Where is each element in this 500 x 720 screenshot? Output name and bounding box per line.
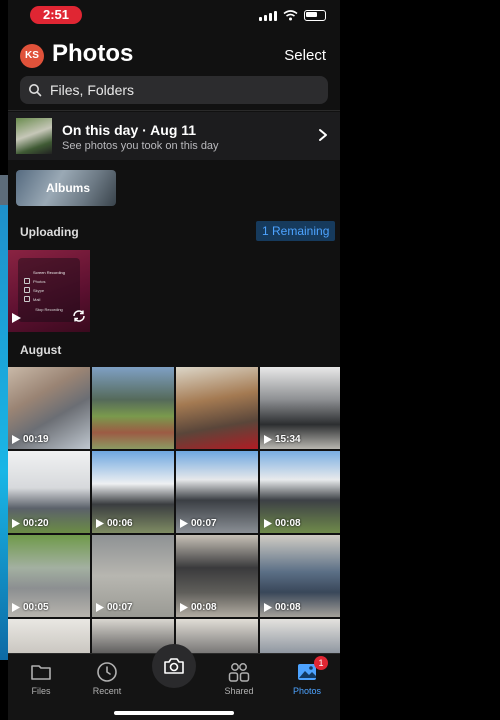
photo-thumbnail[interactable]: 00:08 — [260, 451, 340, 533]
video-duration: 00:05 — [12, 602, 49, 613]
search-input[interactable]: Files, Folders — [20, 76, 328, 104]
status-bar: 2:51 — [8, 0, 340, 30]
video-duration: 00:07 — [180, 518, 217, 529]
video-duration: 00:20 — [12, 518, 49, 529]
uploading-thumbnail[interactable]: Screen Recording Photos Skype Mail Stop … — [8, 250, 90, 332]
play-icon — [180, 519, 188, 528]
folder-icon — [8, 660, 74, 684]
duration-text: 00:07 — [107, 602, 133, 613]
divider — [8, 110, 340, 111]
duration-text: 00:08 — [191, 602, 217, 613]
right-blank-area — [340, 0, 500, 720]
on-this-day-subtitle: See photos you took on this day — [62, 140, 219, 152]
albums-label: Albums — [46, 181, 91, 195]
play-icon — [12, 435, 20, 444]
play-icon — [12, 519, 20, 528]
camera-button[interactable] — [152, 644, 196, 688]
recording-row: Mail — [24, 296, 74, 302]
on-this-day-title: On this day · Aug 11 — [62, 122, 197, 138]
tab-bar: Files Recent Shared 1 Photos — [8, 644, 340, 720]
photo-thumbnail[interactable]: 00:05 — [8, 535, 90, 617]
photos-icon — [274, 660, 340, 684]
people-icon — [206, 660, 272, 684]
albums-button[interactable]: Albums — [16, 170, 116, 206]
play-icon — [96, 519, 104, 528]
photo-thumbnail[interactable] — [92, 367, 174, 449]
photo-thumbnail[interactable]: 00:07 — [176, 451, 258, 533]
status-icons — [259, 10, 326, 21]
battery-icon — [304, 10, 326, 21]
wifi-icon — [283, 10, 298, 21]
duration-text: 00:20 — [23, 518, 49, 529]
video-duration: 00:08 — [264, 602, 301, 613]
tab-photos-label: Photos — [292, 686, 322, 696]
sync-icon — [72, 309, 86, 328]
chevron-right-icon — [318, 128, 328, 147]
video-duration: 00:07 — [96, 602, 133, 613]
tab-files-label: Files — [31, 686, 51, 696]
on-this-day-thumbnail — [16, 118, 52, 154]
photo-thumbnail[interactable]: 00:08 — [260, 535, 340, 617]
clock-icon — [74, 660, 140, 684]
duration-text: 00:08 — [275, 602, 301, 613]
home-indicator[interactable] — [114, 711, 234, 715]
left-edge-thumbnail — [0, 175, 8, 205]
august-section-label: August — [20, 343, 62, 357]
phone-screen: 2:51 KS Photos Select Files, Folders On … — [8, 0, 340, 720]
signal-icon — [259, 10, 277, 21]
photo-thumbnail[interactable]: 00:07 — [92, 535, 174, 617]
play-icon — [12, 310, 21, 328]
duration-text: 15:34 — [275, 434, 301, 445]
video-duration: 15:34 — [264, 434, 301, 445]
photo-thumbnail[interactable]: 00:20 — [8, 451, 90, 533]
photo-thumbnail[interactable]: 00:19 — [8, 367, 90, 449]
avatar[interactable]: KS — [20, 44, 44, 68]
screen-recording-card: Screen Recording Photos Skype Mail Stop … — [18, 258, 80, 322]
tab-shared-label: Shared — [224, 686, 254, 696]
search-placeholder: Files, Folders — [50, 82, 135, 98]
duration-text: 00:06 — [107, 518, 133, 529]
header: KS Photos Select — [8, 40, 340, 74]
recording-row: Photos — [24, 278, 74, 284]
recording-row: Skype — [24, 287, 74, 293]
remaining-badge[interactable]: 1 Remaining — [256, 221, 336, 241]
play-icon — [264, 603, 272, 612]
play-icon — [96, 603, 104, 612]
tab-recent[interactable]: Recent — [74, 660, 140, 696]
play-icon — [264, 519, 272, 528]
status-time: 2:51 — [30, 6, 82, 24]
left-edge-accent — [0, 190, 8, 660]
photo-thumbnail[interactable]: 00:08 — [176, 535, 258, 617]
video-duration: 00:06 — [96, 518, 133, 529]
duration-text: 00:07 — [191, 518, 217, 529]
uploading-label: Uploading — [20, 225, 79, 239]
search-icon — [20, 83, 50, 97]
video-duration: 00:19 — [12, 434, 49, 445]
duration-text: 00:05 — [23, 602, 49, 613]
tab-photos[interactable]: 1 Photos — [274, 656, 340, 696]
video-duration: 00:08 — [180, 602, 217, 613]
camera-icon — [164, 658, 184, 674]
select-button[interactable]: Select — [284, 47, 326, 64]
duration-text: 00:08 — [275, 518, 301, 529]
tab-shared[interactable]: Shared — [206, 660, 272, 696]
photo-thumbnail[interactable]: 15:34 — [260, 367, 340, 449]
tab-files[interactable]: Files — [8, 660, 74, 696]
tab-recent-label: Recent — [92, 686, 122, 696]
play-icon — [180, 603, 188, 612]
photo-thumbnail[interactable]: 00:06 — [92, 451, 174, 533]
notification-badge: 1 — [314, 656, 328, 670]
play-icon — [12, 603, 20, 612]
video-duration: 00:08 — [264, 518, 301, 529]
duration-text: 00:19 — [23, 434, 49, 445]
on-this-day-banner[interactable]: On this day · Aug 11 See photos you took… — [8, 112, 340, 160]
screen-recording-title: Screen Recording — [32, 270, 66, 275]
photo-thumbnail[interactable] — [176, 367, 258, 449]
stop-recording-label: Stop Recording — [35, 307, 63, 312]
page-title: Photos — [52, 40, 134, 67]
play-icon — [264, 435, 272, 444]
